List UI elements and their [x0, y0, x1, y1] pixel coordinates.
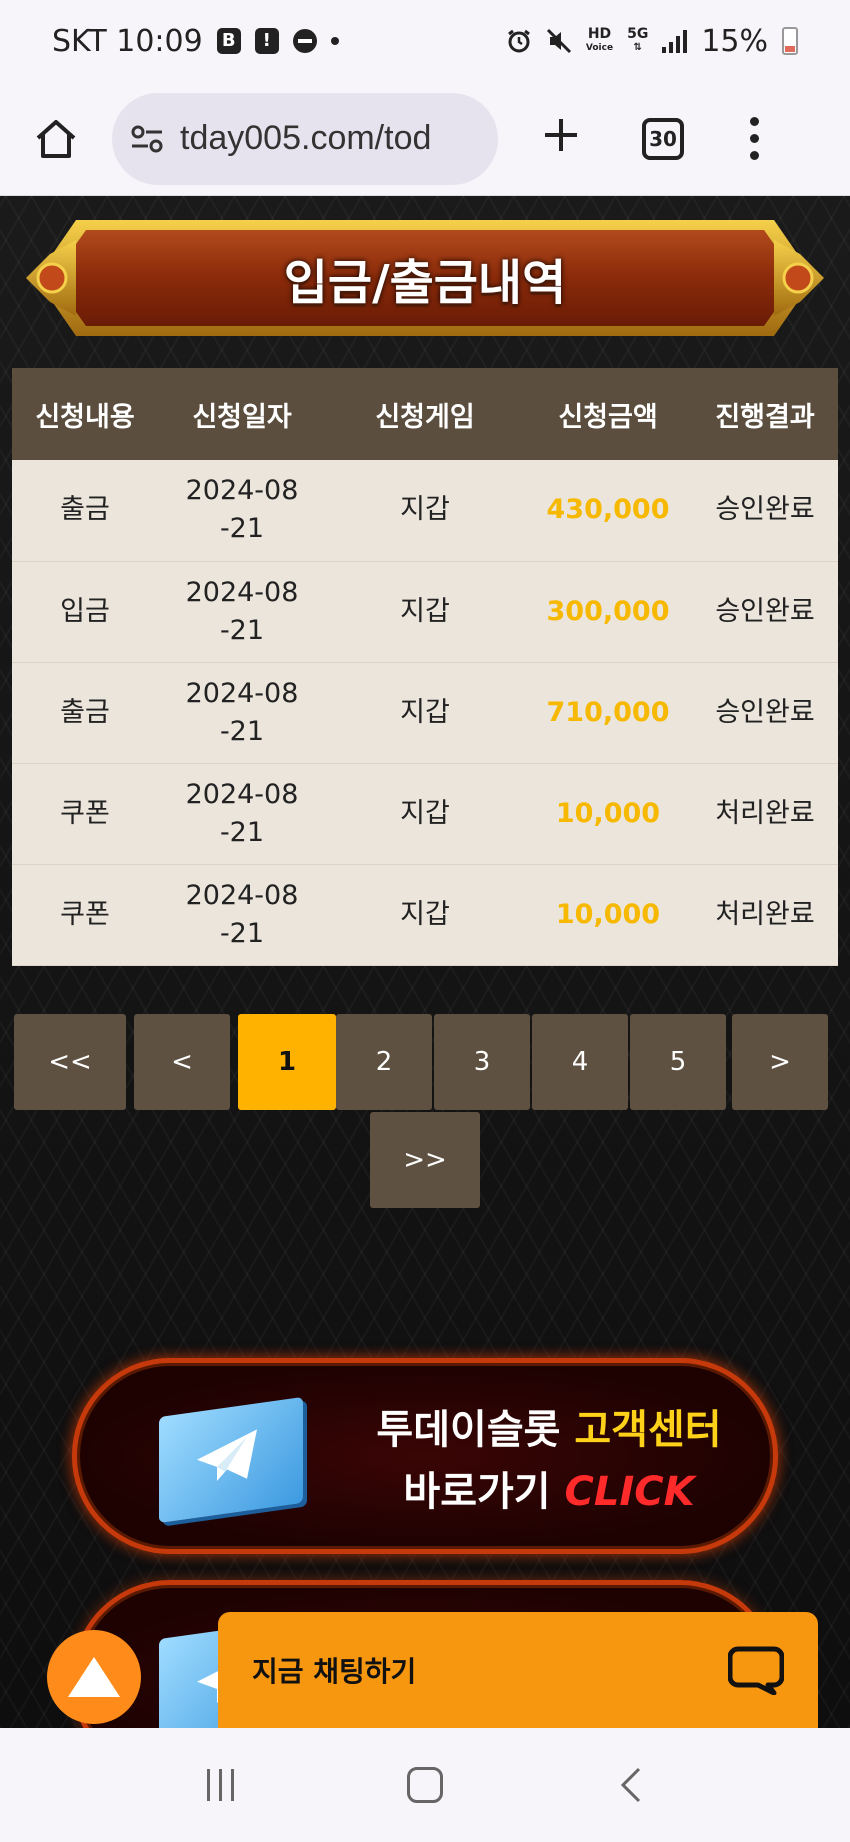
- cell-amount: 430,000: [546, 494, 670, 526]
- chat-label: 지금 채팅하기: [252, 1655, 417, 1688]
- cell-date: 2024-08-21: [185, 576, 299, 646]
- site-settings-icon: [131, 125, 163, 152]
- chat-bubble-icon: [728, 1646, 784, 1695]
- cell-date: 2024-08-21: [185, 677, 299, 747]
- page-button-5[interactable]: 5: [630, 1014, 726, 1110]
- battery-percent: 15%: [701, 23, 768, 59]
- cell-game: 지갑: [400, 797, 450, 829]
- signal-icon: [662, 29, 688, 53]
- url-text: tday005.com/tod: [180, 119, 432, 157]
- scroll-to-top-button[interactable]: [47, 1630, 141, 1724]
- cell-type: 출금: [60, 494, 110, 526]
- cell-result: 승인완료: [715, 696, 815, 728]
- alert-icon: !: [254, 28, 279, 54]
- home-nav-button[interactable]: [407, 1767, 444, 1803]
- new-tab-button[interactable]: [536, 109, 586, 169]
- carrier-time: SKT 10:09: [52, 23, 203, 59]
- col-header-amount: 신청금액: [558, 401, 658, 433]
- chat-widget-button[interactable]: 지금 채팅하기: [218, 1612, 818, 1728]
- more-menu-button[interactable]: [748, 117, 760, 160]
- home-icon: [36, 119, 76, 158]
- cell-date: 2024-08-21: [185, 475, 299, 545]
- page-title: 입금/출금내역: [283, 255, 567, 311]
- cell-game: 지갑: [400, 595, 450, 627]
- cell-result: 승인완료: [715, 494, 815, 526]
- page-button-4[interactable]: 4: [532, 1014, 628, 1110]
- cell-amount: 710,000: [546, 696, 670, 728]
- recents-button[interactable]: [206, 1769, 234, 1801]
- cell-type: 쿠폰: [60, 898, 110, 930]
- cell-amount: 300,000: [546, 595, 670, 627]
- table-header-row: 신청내용 신청일자 신청게임 신청금액 진행결과: [12, 368, 838, 460]
- col-header-date: 신청일자: [192, 401, 292, 433]
- customer-center-button[interactable]: 투데이슬롯 고객센터 바로가기 CLICK: [72, 1358, 778, 1554]
- 5g-icon: 5G ⇅: [627, 26, 649, 53]
- cell-game: 지갑: [400, 696, 450, 728]
- cell-amount: 10,000: [555, 898, 661, 930]
- transaction-table: 신청내용 신청일자 신청게임 신청금액 진행결과 출금 2024-08-21 지…: [12, 368, 838, 966]
- page-prev-button[interactable]: <: [134, 1014, 230, 1110]
- battery-icon: [782, 27, 798, 55]
- table-row: 쿠폰 2024-08-21 지갑 10,000 처리완료: [12, 864, 838, 965]
- page-first-button[interactable]: <<: [14, 1014, 126, 1110]
- page-button-2[interactable]: 2: [336, 1014, 432, 1110]
- col-header-type: 신청내용: [35, 401, 135, 433]
- telegram-icon: [159, 1396, 303, 1524]
- cell-result: 처리완료: [715, 797, 815, 829]
- col-header-result: 진행결과: [715, 401, 815, 433]
- cell-type: 입금: [60, 595, 110, 627]
- mute-icon: [546, 28, 571, 54]
- pagination: << < 1 2 3 4 5 > >>: [14, 1014, 836, 1210]
- plus-icon: [545, 118, 577, 151]
- customer-center-label: 투데이슬롯 고객센터 바로가기 CLICK: [376, 1407, 722, 1515]
- title-banner: 입금/출금내역: [22, 216, 828, 340]
- cell-date: 2024-08-21: [185, 879, 299, 949]
- alarm-icon: [507, 29, 530, 53]
- cell-result: 승인완료: [715, 595, 815, 627]
- do-not-disturb-icon: [292, 29, 317, 53]
- col-header-game: 신청게임: [375, 401, 475, 433]
- arrow-up-icon: [68, 1657, 120, 1697]
- back-icon[interactable]: [617, 1765, 643, 1805]
- notification-dot-icon: [330, 37, 339, 45]
- page-button-1[interactable]: 1: [238, 1014, 336, 1110]
- status-bar: SKT 10:09 B ! HD Voice 5G ⇅ 15%: [0, 0, 850, 82]
- table-row: 쿠폰 2024-08-21 지갑 10,000 처리완료: [12, 763, 838, 864]
- page-next-button[interactable]: >: [732, 1014, 828, 1110]
- cell-type: 출금: [60, 696, 110, 728]
- table-row: 입금 2024-08-21 지갑 300,000 승인완료: [12, 561, 838, 662]
- browser-toolbar: tday005.com/tod 30: [0, 82, 850, 196]
- hd-voice-icon: HD Voice: [585, 26, 614, 53]
- cell-game: 지갑: [400, 898, 450, 930]
- page-last-button[interactable]: >>: [370, 1112, 480, 1208]
- cell-game: 지갑: [400, 494, 450, 526]
- table-row: 출금 2024-08-21 지갑 430,000 승인완료: [12, 460, 838, 561]
- table-row: 출금 2024-08-21 지갑 710,000 승인완료: [12, 662, 838, 763]
- tab-switcher-button[interactable]: 30: [642, 117, 684, 160]
- cell-date: 2024-08-21: [185, 778, 299, 848]
- android-nav-bar: [0, 1728, 850, 1842]
- cell-type: 쿠폰: [60, 797, 110, 829]
- home-button[interactable]: [26, 109, 86, 169]
- cell-result: 처리완료: [715, 898, 815, 930]
- cell-amount: 10,000: [555, 797, 661, 829]
- b-app-icon: B: [216, 28, 241, 54]
- url-field[interactable]: tday005.com/tod: [112, 92, 498, 185]
- page-button-3[interactable]: 3: [434, 1014, 530, 1110]
